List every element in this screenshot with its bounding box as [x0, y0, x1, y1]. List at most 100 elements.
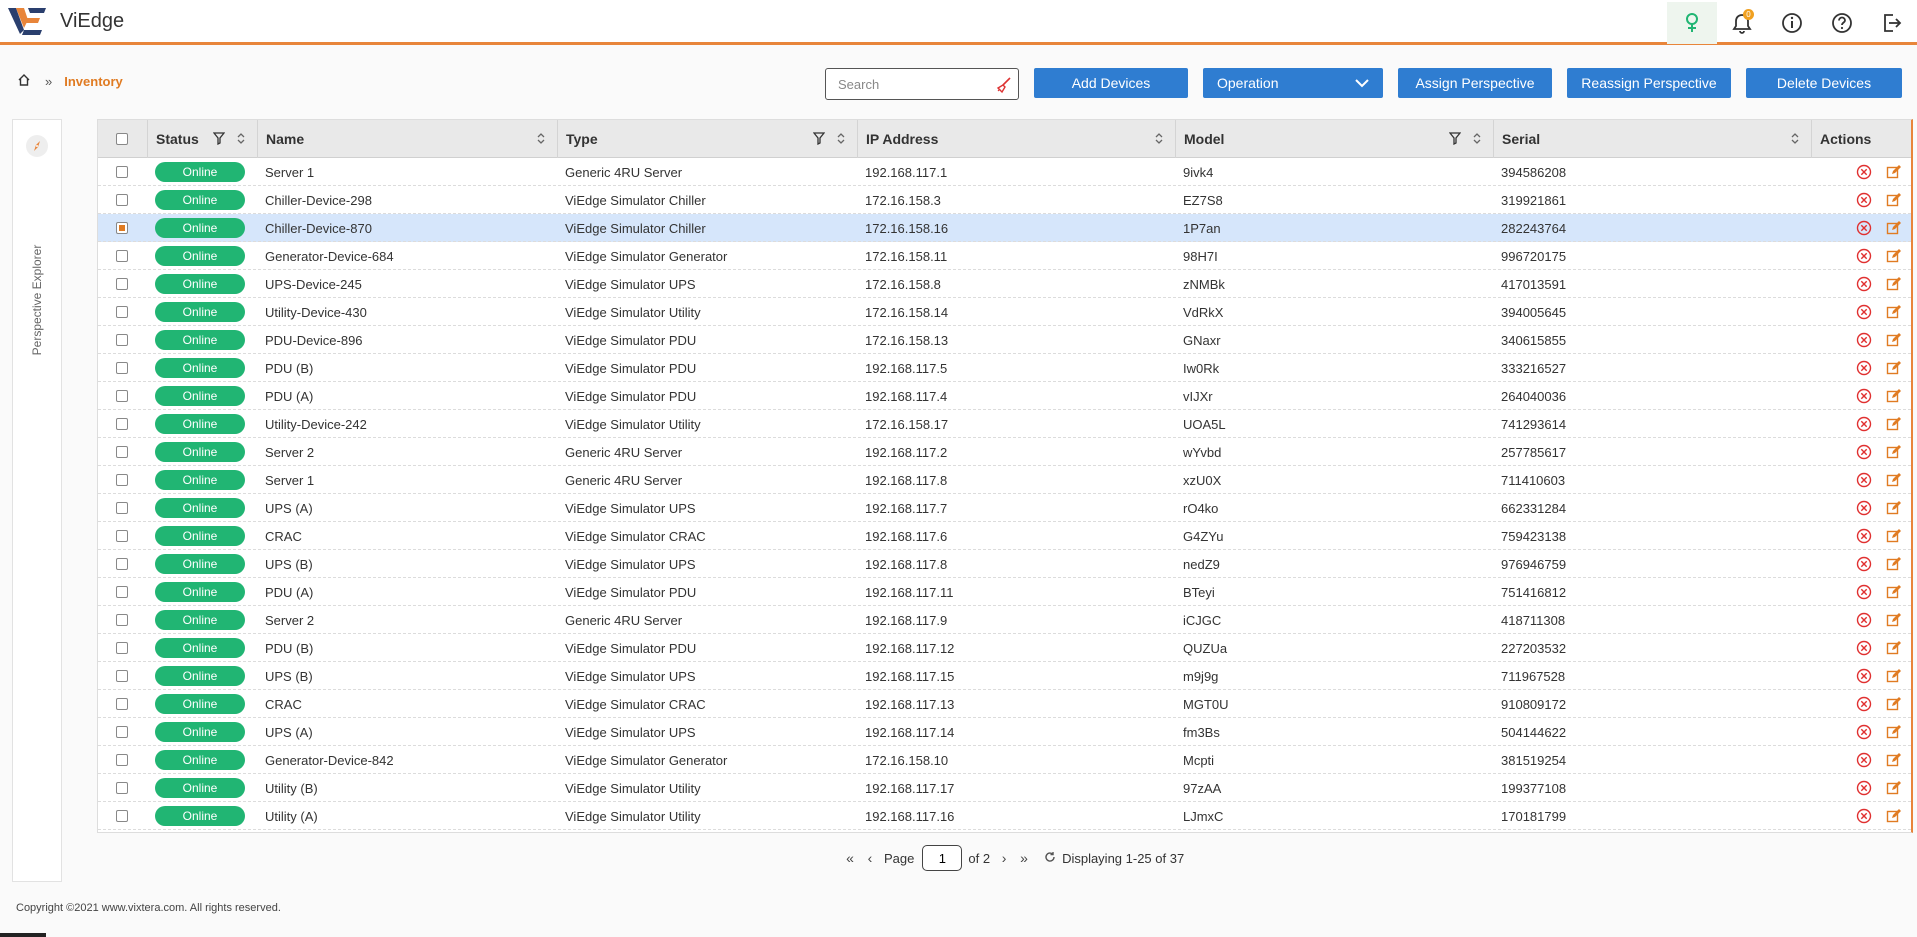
- search-input[interactable]: [826, 69, 986, 99]
- row-checkbox[interactable]: [116, 698, 128, 710]
- table-row[interactable]: Online Server 1 Generic 4RU Server 192.168.…: [98, 466, 1911, 494]
- row-checkbox[interactable]: [116, 446, 128, 458]
- delete-row-icon[interactable]: [1856, 214, 1872, 242]
- delete-devices-button[interactable]: Delete Devices: [1746, 68, 1902, 98]
- info-icon[interactable]: [1767, 2, 1817, 44]
- table-row[interactable]: Online UPS-Device-245 ViEdge Simulator UPS…: [98, 270, 1911, 298]
- first-page-icon[interactable]: «: [840, 850, 860, 866]
- sort-icon[interactable]: [1153, 132, 1165, 145]
- row-checkbox[interactable]: [116, 362, 128, 374]
- row-checkbox[interactable]: [116, 754, 128, 766]
- filter-icon[interactable]: [1449, 132, 1461, 145]
- delete-row-icon[interactable]: [1856, 522, 1872, 550]
- edit-row-icon[interactable]: [1886, 522, 1901, 550]
- edit-row-icon[interactable]: [1886, 466, 1901, 494]
- assign-perspective-button[interactable]: Assign Perspective: [1398, 68, 1552, 98]
- column-name[interactable]: Name: [257, 120, 557, 158]
- table-row[interactable]: Online Chiller-Device-298 ViEdge Simulator…: [98, 186, 1911, 214]
- delete-row-icon[interactable]: [1856, 662, 1872, 690]
- edit-row-icon[interactable]: [1886, 382, 1901, 410]
- edit-row-icon[interactable]: [1886, 774, 1901, 802]
- edit-row-icon[interactable]: [1886, 242, 1901, 270]
- delete-row-icon[interactable]: [1856, 298, 1872, 326]
- edit-row-icon[interactable]: [1886, 438, 1901, 466]
- tree-icon[interactable]: [1667, 1, 1717, 44]
- prev-page-icon[interactable]: ‹: [860, 850, 880, 866]
- sort-icon[interactable]: [535, 132, 547, 145]
- table-row[interactable]: Online CRAC ViEdge Simulator CRAC 192.168.1…: [98, 690, 1911, 718]
- delete-row-icon[interactable]: [1856, 354, 1872, 382]
- table-row[interactable]: Online UPS (B) ViEdge Simulator UPS 192.168…: [98, 662, 1911, 690]
- edit-row-icon[interactable]: [1886, 158, 1901, 186]
- row-checkbox[interactable]: [116, 558, 128, 570]
- edit-row-icon[interactable]: [1886, 662, 1901, 690]
- delete-row-icon[interactable]: [1856, 270, 1872, 298]
- delete-row-icon[interactable]: [1856, 802, 1872, 830]
- table-row[interactable]: Online PDU (A) ViEdge Simulator PDU 192.168…: [98, 382, 1911, 410]
- delete-row-icon[interactable]: [1856, 466, 1872, 494]
- edit-row-icon[interactable]: [1886, 634, 1901, 662]
- table-row[interactable]: Online Server 1 Generic 4RU Server 192.168.…: [98, 158, 1911, 186]
- row-checkbox[interactable]: [116, 670, 128, 682]
- row-checkbox[interactable]: [116, 222, 128, 234]
- table-row[interactable]: Online UPS (A) ViEdge Simulator UPS 192.168…: [98, 718, 1911, 746]
- row-checkbox[interactable]: [116, 418, 128, 430]
- delete-row-icon[interactable]: [1856, 186, 1872, 214]
- select-all-checkbox[interactable]: [116, 133, 128, 145]
- table-row[interactable]: Online Chiller-Device-870 ViEdge Simulator…: [98, 214, 1911, 242]
- delete-row-icon[interactable]: [1856, 634, 1872, 662]
- last-page-icon[interactable]: »: [1014, 850, 1034, 866]
- column-serial[interactable]: Serial: [1493, 120, 1811, 158]
- row-checkbox[interactable]: [116, 586, 128, 598]
- table-row[interactable]: Online PDU (A) ViEdge Simulator PDU 192.168…: [98, 578, 1911, 606]
- sort-icon[interactable]: [1789, 132, 1801, 145]
- logout-icon[interactable]: [1867, 2, 1917, 44]
- row-checkbox[interactable]: [116, 614, 128, 626]
- edit-row-icon[interactable]: [1886, 494, 1901, 522]
- edit-row-icon[interactable]: [1886, 214, 1901, 242]
- row-checkbox[interactable]: [116, 810, 128, 822]
- column-type[interactable]: Type: [557, 120, 857, 158]
- row-checkbox[interactable]: [116, 474, 128, 486]
- delete-row-icon[interactable]: [1856, 606, 1872, 634]
- sort-icon[interactable]: [235, 132, 247, 145]
- delete-row-icon[interactable]: [1856, 438, 1872, 466]
- delete-row-icon[interactable]: [1856, 326, 1872, 354]
- table-row[interactable]: Online PDU (B) ViEdge Simulator PDU 192.168…: [98, 354, 1911, 382]
- row-checkbox[interactable]: [116, 334, 128, 346]
- delete-row-icon[interactable]: [1856, 494, 1872, 522]
- edit-row-icon[interactable]: [1886, 354, 1901, 382]
- column-status[interactable]: Status: [147, 120, 257, 158]
- table-row[interactable]: Online Generator-Device-842 ViEdge Simulat…: [98, 746, 1911, 774]
- sort-icon[interactable]: [1471, 132, 1483, 145]
- filter-icon[interactable]: [213, 132, 225, 145]
- help-icon[interactable]: [1817, 2, 1867, 44]
- broom-clear-icon[interactable]: [994, 75, 1014, 95]
- row-checkbox[interactable]: [116, 306, 128, 318]
- operation-dropdown[interactable]: Operation: [1203, 68, 1383, 98]
- table-row[interactable]: Online Utility (A) ViEdge Simulator Utilit…: [98, 802, 1911, 830]
- delete-row-icon[interactable]: [1856, 158, 1872, 186]
- edit-row-icon[interactable]: [1886, 326, 1901, 354]
- row-checkbox[interactable]: [116, 782, 128, 794]
- home-icon[interactable]: [17, 73, 31, 90]
- row-checkbox[interactable]: [116, 166, 128, 178]
- bell-icon[interactable]: 0: [1717, 2, 1767, 44]
- delete-row-icon[interactable]: [1856, 550, 1872, 578]
- delete-row-icon[interactable]: [1856, 382, 1872, 410]
- edit-row-icon[interactable]: [1886, 746, 1901, 774]
- row-checkbox[interactable]: [116, 390, 128, 402]
- delete-row-icon[interactable]: [1856, 242, 1872, 270]
- perspective-explorer-panel[interactable]: Perspective Explorer: [12, 119, 62, 882]
- delete-row-icon[interactable]: [1856, 718, 1872, 746]
- delete-row-icon[interactable]: [1856, 578, 1872, 606]
- row-checkbox[interactable]: [116, 194, 128, 206]
- edit-row-icon[interactable]: [1886, 550, 1901, 578]
- edit-row-icon[interactable]: [1886, 578, 1901, 606]
- table-row[interactable]: Online UPS (A) ViEdge Simulator UPS 192.168…: [98, 494, 1911, 522]
- next-page-icon[interactable]: ›: [994, 850, 1014, 866]
- edit-row-icon[interactable]: [1886, 298, 1901, 326]
- table-row[interactable]: Online CRAC ViEdge Simulator CRAC 192.168.1…: [98, 522, 1911, 550]
- row-checkbox[interactable]: [116, 530, 128, 542]
- delete-row-icon[interactable]: [1856, 746, 1872, 774]
